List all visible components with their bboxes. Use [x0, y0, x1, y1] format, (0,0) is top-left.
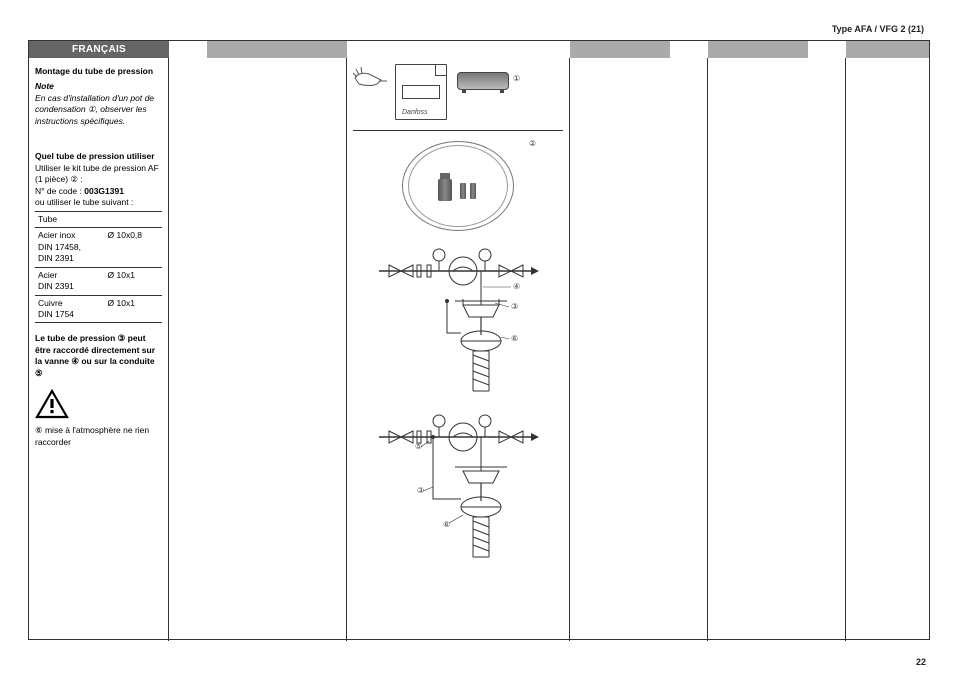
pressure-tube-kit-photo: ②: [398, 139, 518, 235]
table-row: Acier DIN 2391 Ø 10x1: [35, 267, 162, 295]
table-cell-material: Acier inox DIN 17458, DIN 2391: [35, 228, 105, 267]
table-cell-size: Ø 10x0,8: [105, 228, 162, 267]
pointing-hand-icon: [353, 64, 389, 94]
col-empty-3: [708, 58, 808, 641]
note-label: Note: [35, 81, 162, 92]
table-cell-size: Ø 10x1: [105, 295, 162, 323]
col-empty-2: [570, 58, 670, 641]
quel-title: Quel tube de pression utiliser: [35, 151, 162, 162]
separator: [353, 130, 563, 131]
quel-line1: Utiliser le kit tube de pression AF (1 p…: [35, 163, 162, 186]
table-cell-material: Cuivre DIN 1754: [35, 295, 105, 323]
tab-placeholder-2: [570, 41, 670, 58]
tab-francais: FRANÇAIS: [29, 41, 169, 58]
quel-alt: ou utiliser le tube suivant :: [35, 197, 162, 208]
circled-1-label: ①: [513, 74, 520, 83]
tube-table-header: Tube: [35, 211, 162, 227]
tab-placeholder-1: [207, 41, 347, 58]
col-illustrations: Danfoss ① ②: [347, 58, 570, 641]
tab-placeholder-4: [846, 41, 929, 58]
columns: Montage du tube de pression Note En cas …: [29, 58, 929, 641]
piping-schematic-2: ⑤ ③ ⑥: [373, 407, 543, 567]
tab-gap: [670, 41, 708, 58]
instruction-document-icon: Danfoss: [395, 64, 447, 120]
col-empty-1: [207, 58, 347, 641]
col-gap: [169, 58, 207, 641]
svg-text:⑤: ⑤: [415, 442, 422, 451]
table-cell-material: Acier DIN 2391: [35, 267, 105, 295]
tab-placeholder-3: [708, 41, 808, 58]
montage-title: Montage du tube de pression: [35, 66, 162, 77]
page: Type AFA / VFG 2 (21) FRANÇAIS Montage d…: [0, 0, 954, 675]
tube-table: Tube Acier inox DIN 17458, DIN 2391 Ø 10…: [35, 211, 162, 324]
col-empty-4: [846, 58, 929, 641]
circled-2-label: ②: [529, 139, 536, 148]
piping-schematic-1: ④ ③ ⑥: [373, 241, 543, 401]
warning-icon: [35, 389, 162, 419]
tab-strip: FRANÇAIS: [29, 41, 929, 58]
table-row: Cuivre DIN 1754 Ø 10x1: [35, 295, 162, 323]
tab-gap: [808, 41, 846, 58]
tab-gap: [347, 41, 570, 58]
table-row: Acier inox DIN 17458, DIN 2391 Ø 10x0,8: [35, 228, 162, 267]
page-number: 22: [916, 657, 926, 667]
quel-code: 003G1391: [84, 186, 124, 196]
condensation-pot-icon: [457, 72, 509, 90]
col-francais: Montage du tube de pression Note En cas …: [29, 58, 169, 641]
content-frame: FRANÇAIS Montage du tube de pression Not…: [28, 40, 930, 640]
col-gap: [808, 58, 846, 641]
svg-text:③: ③: [511, 302, 518, 311]
doc-brand-label: Danfoss: [402, 109, 428, 116]
note-body: En cas d'installation d'un pot de conden…: [35, 93, 162, 127]
svg-text:④: ④: [513, 282, 520, 291]
page-type-label: Type AFA / VFG 2 (21): [28, 24, 930, 34]
doc-pointer-row: Danfoss ①: [353, 64, 563, 124]
col-gap: [670, 58, 708, 641]
quel-code-line: N° de code : 003G1391: [35, 186, 162, 197]
tab-gap: [169, 41, 207, 58]
svg-text:⑥: ⑥: [511, 334, 518, 343]
table-cell-size: Ø 10x1: [105, 267, 162, 295]
quel-code-prefix: N° de code :: [35, 186, 84, 196]
tube-connection-note: Le tube de pression ③ peut être raccordé…: [35, 333, 162, 379]
atmosphere-note: ⑥ mise à l'atmosphère ne rien raccorder: [35, 425, 162, 448]
svg-text:⑥: ⑥: [443, 520, 450, 529]
svg-text:③: ③: [417, 486, 424, 495]
